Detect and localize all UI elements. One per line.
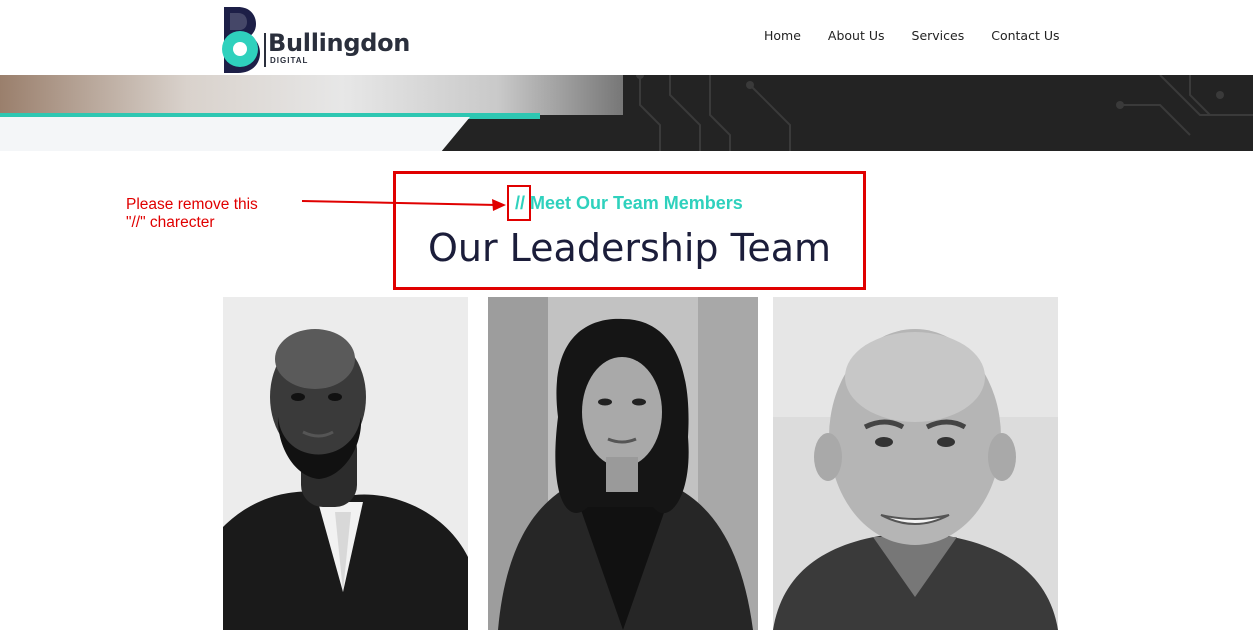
hero-light-shape: [0, 117, 470, 151]
person-portrait-icon: [223, 297, 468, 630]
team-member-photo-3[interactable]: [773, 297, 1058, 630]
brand-subtitle: DIGITAL: [270, 56, 309, 65]
nav-home[interactable]: Home: [764, 28, 801, 43]
person-portrait-icon: [773, 297, 1058, 630]
team-member-photo-1[interactable]: [223, 297, 468, 630]
annotation-note: Please remove this "//" charecter: [126, 196, 258, 232]
annotation-slash-box: [507, 185, 531, 221]
logo-mark-icon: [222, 7, 260, 73]
nav-services[interactable]: Services: [912, 28, 965, 43]
person-portrait-icon: [488, 297, 758, 630]
main-nav: Home About Us Services Contact Us: [764, 28, 1087, 43]
annotation-line-1: Please remove this: [126, 196, 258, 213]
brand-name: Bullingdon: [268, 29, 411, 57]
hero-banner: [0, 75, 1253, 151]
circuit-pattern: [636, 75, 1253, 151]
annotation-highlight-box: [393, 171, 866, 290]
logo-divider: [264, 33, 266, 67]
site-header: Bullingdon DIGITAL Home About Us Service…: [0, 0, 1253, 75]
nav-contact-us[interactable]: Contact Us: [991, 28, 1059, 43]
nav-about-us[interactable]: About Us: [828, 28, 885, 43]
team-member-photo-2[interactable]: [488, 297, 758, 630]
annotation-line-2: "//" charecter: [126, 214, 215, 231]
brand-logo[interactable]: Bullingdon DIGITAL: [216, 3, 410, 73]
hero-office-photo: [0, 75, 623, 115]
